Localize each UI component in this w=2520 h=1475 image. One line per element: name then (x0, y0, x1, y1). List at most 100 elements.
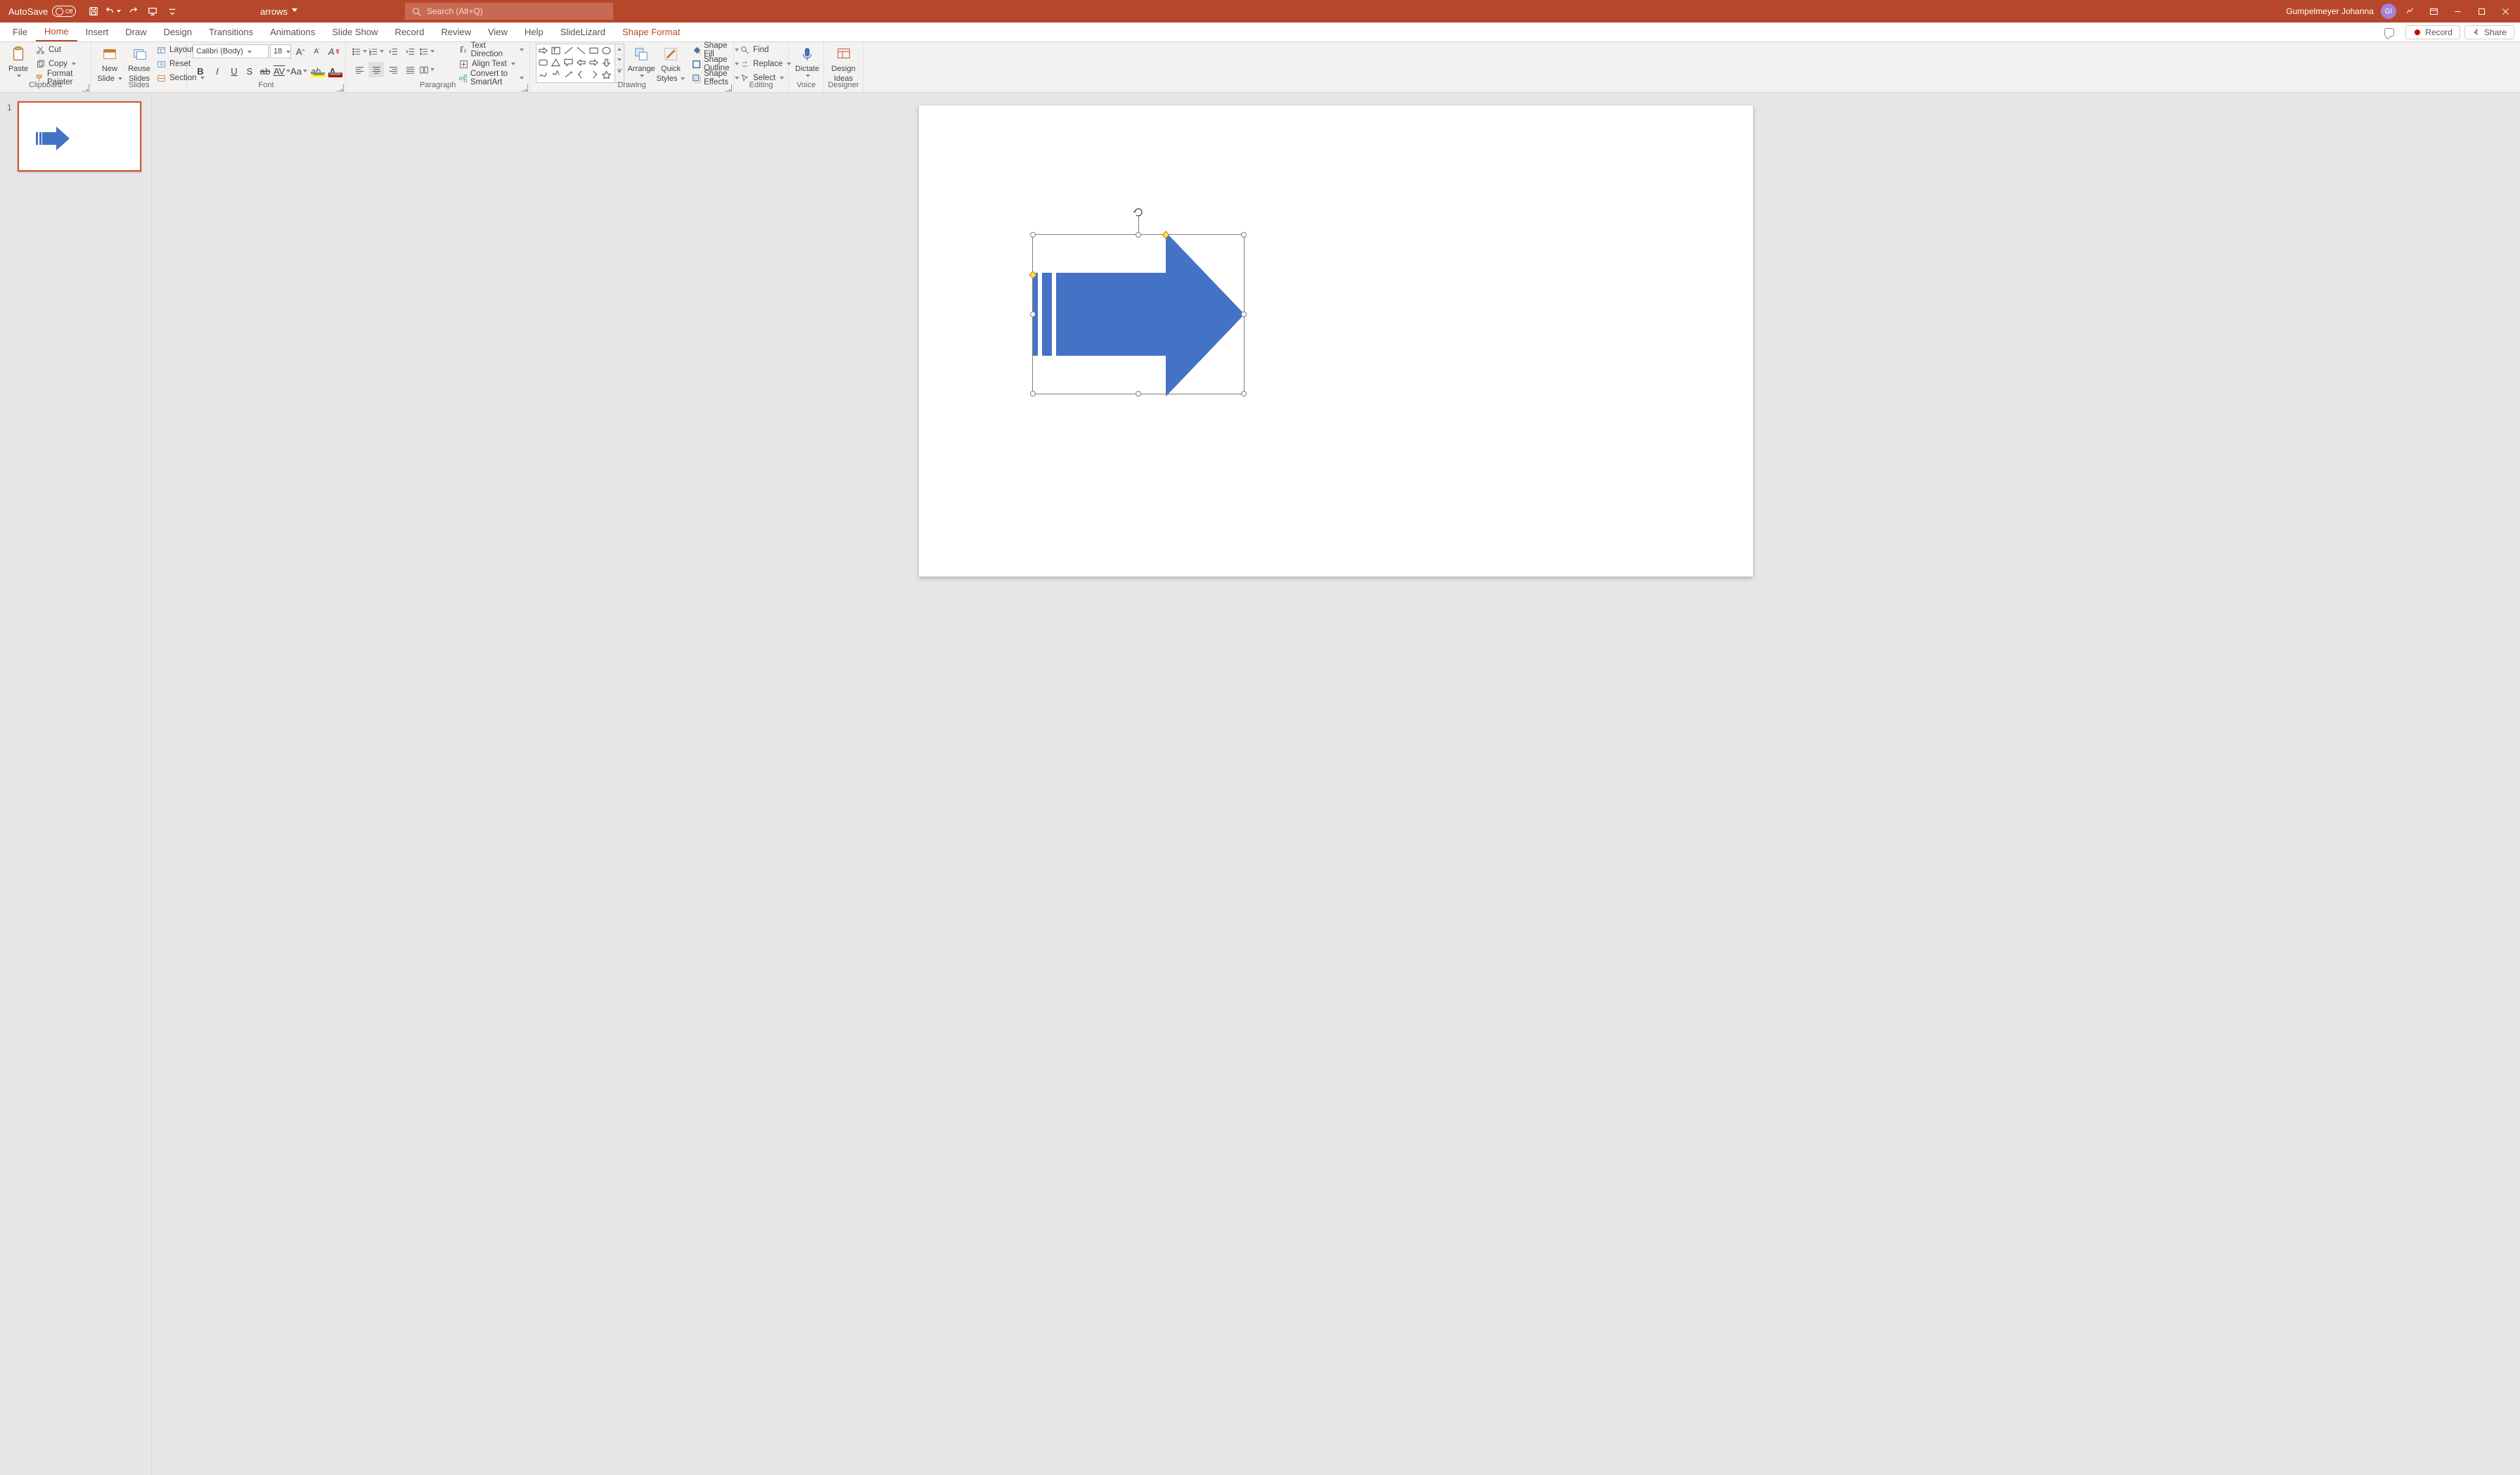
char-spacing-button[interactable]: AV (274, 63, 290, 79)
highlight-button[interactable] (308, 63, 323, 79)
share-button[interactable]: Share (2464, 25, 2514, 39)
resize-handle[interactable] (1030, 232, 1036, 238)
tab-insert[interactable]: Insert (77, 22, 117, 41)
change-case-button[interactable]: Aa (291, 63, 307, 79)
slide-thumbnail-1[interactable] (18, 101, 141, 172)
quick-styles-button[interactable]: Quick Styles (658, 44, 683, 84)
find-button[interactable]: Find (740, 44, 791, 56)
minimize-icon[interactable] (2447, 1, 2468, 22)
autosave-toggle[interactable]: AutoSave Off (8, 6, 76, 17)
slide-canvas[interactable] (919, 105, 1753, 577)
resize-handle[interactable] (1136, 232, 1141, 238)
tab-review[interactable]: Review (432, 22, 480, 41)
coming-soon-icon[interactable] (2399, 1, 2420, 22)
font-color-button[interactable]: A (325, 63, 340, 79)
clear-format-icon[interactable]: A↯ (326, 44, 342, 59)
freeform-icon (538, 70, 548, 79)
resize-handle[interactable] (1136, 391, 1141, 397)
paste-button[interactable]: Paste (6, 44, 31, 79)
increase-font-icon[interactable]: A^ (292, 44, 308, 59)
design-ideas-button[interactable]: Design Ideas (830, 44, 857, 84)
gallery-down-icon[interactable] (615, 55, 624, 65)
tab-design[interactable]: Design (155, 22, 200, 41)
align-center-button[interactable] (368, 62, 384, 77)
group-voice: Voice (789, 81, 823, 92)
tab-home[interactable]: Home (36, 22, 77, 41)
tab-record[interactable]: Record (386, 22, 432, 41)
present-from-start-icon[interactable] (143, 2, 162, 20)
record-button[interactable]: Record (2405, 25, 2460, 39)
cut-button[interactable]: Cut (35, 44, 85, 56)
tab-shape-format[interactable]: Shape Format (614, 22, 688, 41)
shape-outline-button[interactable]: Shape Outline (692, 58, 739, 70)
decrease-font-icon[interactable]: Aˇ (309, 44, 325, 59)
tab-transitions[interactable]: Transitions (200, 22, 262, 41)
shadow-button[interactable]: S (243, 65, 256, 77)
group-slides: Slides (91, 81, 186, 92)
gallery-more-icon[interactable] (615, 65, 624, 76)
replace-button[interactable]: Replace (740, 58, 791, 70)
selected-shape[interactable] (1033, 235, 1244, 394)
arrange-button[interactable]: Arrange (629, 44, 654, 79)
roundrect-icon (538, 58, 548, 67)
rotate-handle-icon[interactable] (1133, 207, 1144, 218)
shape-fill-button[interactable]: Shape Fill (692, 44, 739, 56)
clipboard-launcher[interactable] (82, 84, 89, 91)
resize-handle[interactable] (1030, 311, 1036, 317)
tab-animations[interactable]: Animations (262, 22, 323, 41)
font-size-input[interactable]: 18 (270, 44, 291, 58)
gallery-up-icon[interactable] (615, 44, 624, 55)
tri-icon (551, 58, 561, 67)
maximize-icon[interactable] (2471, 1, 2492, 22)
align-right-button[interactable] (385, 62, 401, 77)
numbering-button[interactable] (368, 44, 384, 59)
resize-handle[interactable] (1241, 311, 1247, 317)
font-name-input[interactable]: Calibri (Body) (193, 44, 269, 58)
font-launcher[interactable] (337, 84, 344, 91)
drawing-launcher[interactable] (725, 84, 732, 91)
bullets-button[interactable] (352, 44, 367, 59)
tab-slideshow[interactable]: Slide Show (323, 22, 386, 41)
ribbon-display-icon[interactable] (2423, 1, 2444, 22)
group-drawing: Drawing (530, 81, 733, 92)
save-icon[interactable] (84, 2, 103, 20)
reuse-slides-button[interactable]: Reuse Slides (127, 44, 152, 84)
comments-icon[interactable] (2384, 28, 2394, 37)
copy-button[interactable]: Copy (35, 58, 85, 70)
decrease-indent-button[interactable] (385, 44, 401, 59)
redo-button[interactable] (124, 2, 142, 20)
columns-button[interactable] (419, 62, 435, 77)
mini-arrow-icon (36, 129, 70, 148)
dictate-button[interactable]: Dictate (795, 44, 820, 79)
arrowd-icon (601, 58, 612, 67)
tab-draw[interactable]: Draw (117, 22, 155, 41)
shape-gallery[interactable] (536, 44, 615, 83)
underline-button[interactable]: U (226, 63, 242, 79)
tab-help[interactable]: Help (516, 22, 552, 41)
strike-button[interactable]: ab (257, 63, 273, 79)
align-left-button[interactable] (352, 62, 367, 77)
close-icon[interactable] (2495, 1, 2516, 22)
document-title[interactable]: arrows (260, 0, 297, 22)
qat-more-icon[interactable] (163, 2, 181, 20)
tab-view[interactable]: View (480, 22, 516, 41)
tab-file[interactable]: File (4, 22, 36, 41)
align-text-button[interactable]: Align Text (458, 58, 524, 70)
paragraph-launcher[interactable] (521, 84, 528, 91)
italic-button[interactable]: I (210, 63, 225, 79)
resize-handle[interactable] (1030, 391, 1036, 397)
undo-button[interactable] (104, 2, 122, 20)
arrowr2-icon (589, 58, 599, 67)
text-direction-button[interactable]: Text Direction (458, 44, 524, 56)
search-input[interactable]: Search (Alt+Q) (405, 3, 613, 20)
chevron-down-icon (292, 8, 297, 14)
justify-button[interactable] (402, 62, 418, 77)
line-spacing-button[interactable] (419, 44, 435, 59)
new-slide-button[interactable]: New Slide (97, 44, 122, 84)
bold-button[interactable]: B (193, 63, 208, 79)
tab-slidelizard[interactable]: SlideLizard (552, 22, 614, 41)
resize-handle[interactable] (1241, 391, 1247, 397)
avatar[interactable]: GI (2381, 4, 2396, 19)
resize-handle[interactable] (1241, 232, 1247, 238)
increase-indent-button[interactable] (402, 44, 418, 59)
